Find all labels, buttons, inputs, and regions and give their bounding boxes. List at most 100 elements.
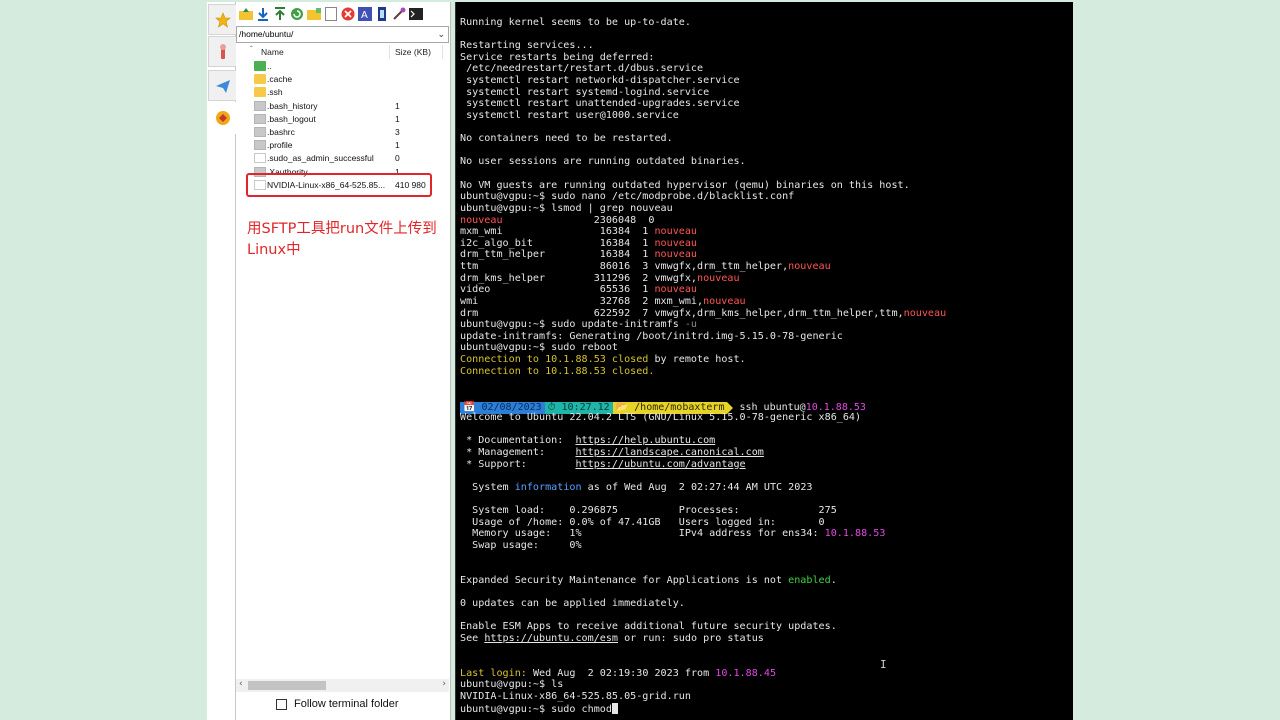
file-row[interactable]: .profile 1 [236,139,449,152]
scrollbar-thumb[interactable] [248,681,326,690]
settings-wand-icon[interactable] [391,7,406,22]
terminal-line: systemctl restart user@1000.service [460,110,679,122]
column-header-size[interactable]: Size (KB) [395,47,431,57]
file-name: .cache [267,74,293,85]
file-row[interactable]: .bashrc 3 [236,126,449,139]
file-size: 1 [395,113,400,124]
terminal-line: Usage of /home: 0.0% of 47.41GB Users lo… [460,517,824,529]
terminal-text: System [460,481,515,493]
terminal-text: Running kernel seems to be up-to-date. [460,17,691,28]
new-file-icon[interactable] [323,7,338,22]
sort-up-icon: ˆ [250,45,253,54]
terminal-text: /etc/needrestart/restart.d/dbus.service [460,63,704,75]
terminal-line: ubuntu@vgpu:~$ ls [460,679,563,691]
file-row[interactable]: .bash_logout 1 [236,113,449,126]
terminal-line: System load: 0.296875 Processes: 275 [460,505,837,517]
terminal-text: * Documentation: [460,435,576,447]
terminal-text: 2306048 0 [502,214,655,226]
terminal-line: NVIDIA-Linux-x86_64-525.85.05-grid.run [460,691,691,703]
column-header-name[interactable]: Name [261,47,284,57]
file-name: .bashrc [267,126,295,137]
file-name: .. [267,61,272,71]
terminal-line: drm_kms_helper 311296 2 vmwgfx,nouveau [460,273,740,285]
terminal-text: Expanded Security Maintenance for Applic… [460,574,789,586]
download-icon[interactable] [255,7,270,22]
path-input[interactable]: /home/ubuntu/ ⌄ [236,26,449,43]
horizontal-scrollbar[interactable]: ‹ › [236,679,449,692]
file-row[interactable]: .bash_history 1 [236,100,449,113]
terminal-text: System load: 0.296875 Processes: 275 [460,505,837,517]
terminal-text: information [514,481,582,493]
rename-icon[interactable]: A [357,7,372,22]
up-folder-icon[interactable] [238,7,253,22]
background-area [1073,0,1280,720]
upload-icon[interactable] [272,7,287,22]
sftp-panel: A /home/ubuntu/ ⌄ ˆ Name Size (KB) .. .ca… [236,2,451,720]
file-icon [254,100,266,111]
file-list-header: ˆ Name Size (KB) [236,45,449,59]
scroll-right-icon[interactable]: › [442,679,446,689]
terminal-text: Restarting services... [460,40,594,52]
terminal-line: Memory usage: 1% IPv4 address for ens34:… [460,528,885,540]
delete-icon[interactable] [340,7,355,22]
file-row[interactable]: .sudo_as_admin_successful 0 [236,152,449,165]
terminal-output[interactable]: 📅 02/08/2023 ⏱ 10:27.12 📂 /home/mobaxter… [455,2,1073,720]
sftp-icon [215,111,230,125]
file-row[interactable]: .ssh [236,86,449,99]
file-size: 0 [395,153,400,164]
terminal-icon[interactable] [408,7,423,22]
new-folder-icon[interactable] [306,7,321,22]
terminal-line: ubuntu@vgpu:~$ sudo reboot [460,342,618,354]
terminal-text: ttm 86016 3 vmwgfx,drm_ttm_helper, [460,261,789,273]
terminal-line: No VM guests are running outdated hyperv… [460,180,910,192]
terminal-text: No user sessions are running outdated bi… [460,156,746,168]
sftp-tab[interactable] [208,102,236,134]
terminal-text: nouveau [654,226,698,238]
terminal-text: ubuntu@vgpu:~$ sudo chmod [460,703,612,715]
terminal-text: nouveau [697,272,740,284]
file-size: 1 [395,140,400,151]
terminal-line: /etc/needrestart/restart.d/dbus.service [460,63,703,75]
terminal-text: ubuntu@vgpu:~$ lsmod | grep nouveau [460,202,673,214]
terminal-line: Running kernel seems to be up-to-date. [460,17,691,29]
terminal-text: drm_ttm_helper 16384 1 [460,249,655,261]
file-icon [254,153,266,164]
terminal-line: wmi 32768 2 mxm_wmi,nouveau [460,296,746,308]
permissions-icon[interactable] [374,7,389,22]
sidebar-tab-strip [207,2,236,720]
tools-tab[interactable] [208,36,236,67]
star-icon [214,11,231,28]
chevron-down-icon[interactable]: ⌄ [437,27,445,42]
file-row[interactable]: .cache [236,73,449,86]
terminal-text: wmi 32768 2 mxm_wmi, [460,295,704,307]
terminal-line: i2c_algo_bit 16384 1 nouveau [460,238,697,250]
file-size: 3 [395,126,400,137]
terminal-text: i2c_algo_bit 16384 1 [460,237,655,249]
terminal-line: systemctl restart networkd-dispatcher.se… [460,75,739,87]
follow-terminal-folder[interactable]: Follow terminal folder [276,698,399,710]
tools-icon [219,43,226,59]
terminal-line: ubuntu@vgpu:~$ sudo chmod [460,702,618,716]
file-icon [254,126,266,137]
scroll-left-icon[interactable]: ‹ [239,679,243,689]
file-icon [254,140,266,151]
terminal-line: System information as of Wed Aug 2 02:27… [460,481,813,494]
terminal-text: ubuntu@vgpu:~$ sudo nano /etc/modprobe.d… [460,191,795,203]
terminal-text: No containers need to be restarted. [460,133,673,145]
annotation-box [246,173,432,197]
favorites-tab[interactable] [208,4,236,35]
terminal-line: nouveau 2306048 0 [460,215,654,227]
terminal-text: as of Wed Aug 2 02:27:44 AM UTC 2023 [581,481,813,493]
terminal-text: 10.1.88.45 [715,667,777,679]
follow-terminal-folder-checkbox[interactable] [276,698,287,710]
terminal-line: Service restarts being deferred: [460,52,654,64]
terminal-text: https://ubuntu.com/esm [484,632,619,644]
terminal-text: Swap usage: 0% [460,539,582,551]
terminal-text: or run: sudo pro status [618,632,764,644]
terminal-text: . [830,574,837,586]
refresh-icon[interactable] [289,7,304,22]
file-row[interactable]: .. [236,60,449,73]
terminal-text: https://landscape.canonical.com [575,446,764,458]
terminal-text: * Management: [460,446,576,458]
macros-tab[interactable] [208,70,236,101]
